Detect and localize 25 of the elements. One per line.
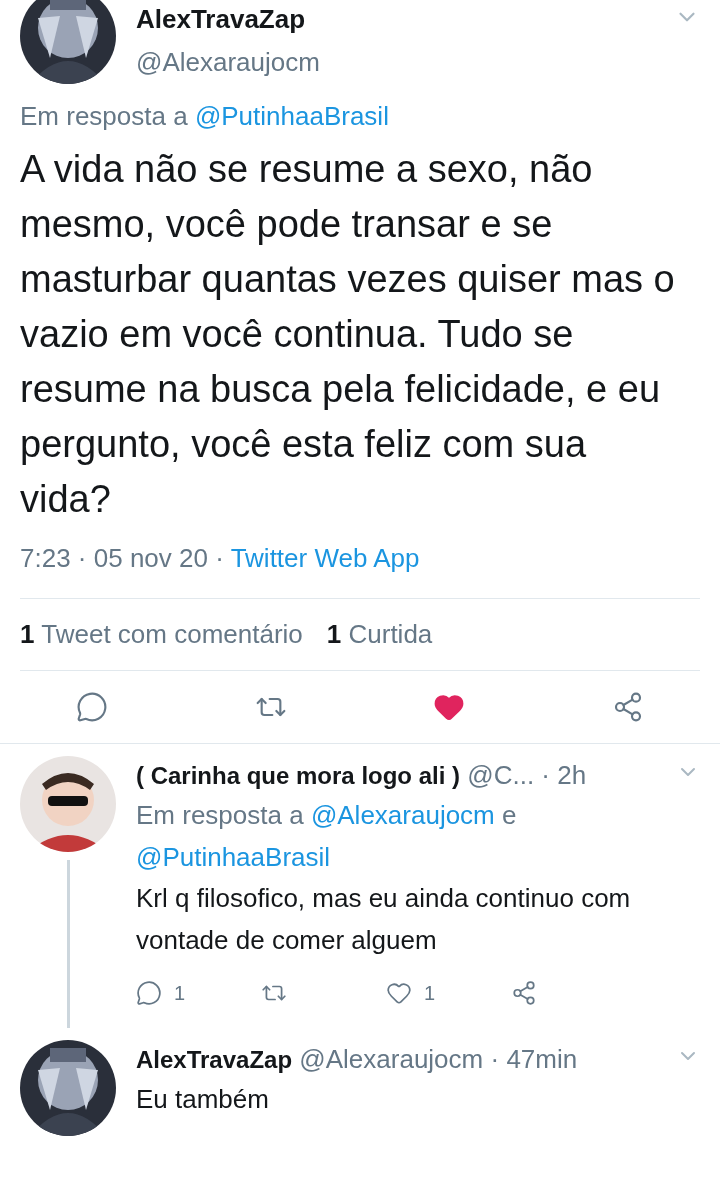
reply-icon[interactable] — [136, 979, 162, 1006]
author-handle[interactable]: @Alexaraujocm — [299, 1043, 484, 1074]
author-name[interactable]: ( Carinha que mora logo ali ) — [136, 762, 461, 790]
author-handle[interactable]: @C... — [467, 760, 535, 791]
source-link[interactable]: Twitter Web App — [230, 543, 420, 574]
share-icon[interactable] — [511, 979, 537, 1006]
stat-link[interactable]: 1 Tweet com comentário — [20, 615, 303, 655]
action-count: 1 — [174, 980, 186, 1006]
action-count: 1 — [424, 980, 436, 1006]
reply-context: Em resposta a @PutinhaaBrasil — [20, 100, 390, 133]
reply-icon[interactable] — [76, 691, 108, 724]
stat-link[interactable]: 1 Curtida — [326, 615, 433, 655]
mention-link[interactable]: @PutinhaaBrasil — [194, 101, 389, 131]
mention-link[interactable]: @Alexaraujocm — [310, 800, 495, 831]
reply-text: Eu também — [136, 1082, 270, 1116]
mention-link[interactable]: @PutinhaaBrasil — [136, 841, 331, 872]
author-name[interactable]: AlexTravaZap — [136, 1045, 293, 1073]
tweet-timestamp: 7:23 · 05 nov 20 · Twitter Web App — [20, 542, 421, 576]
reply-text: Krl q filosofico, mas eu ainda continuo com vontade de comer alguem — [136, 882, 632, 958]
timestamp: · 47min — [490, 1043, 578, 1074]
tweet-text: A vida não se resume a sexo, não mesmo, você pode transar e se masturbar quantas vezes quiser mas o vazio em você continua. Tudo se resume na busca pela felicidade, e eu pergunto, você esta feliz com sua vida? — [20, 146, 676, 523]
reply-context: Em resposta a @Alexaraujocm e @PutinhaaBrasil — [136, 799, 518, 874]
author-handle[interactable]: @Alexaraujocm — [136, 43, 654, 83]
timestamp: · 2h — [541, 760, 587, 791]
author-name[interactable]: AlexTravaZap — [136, 4, 654, 36]
